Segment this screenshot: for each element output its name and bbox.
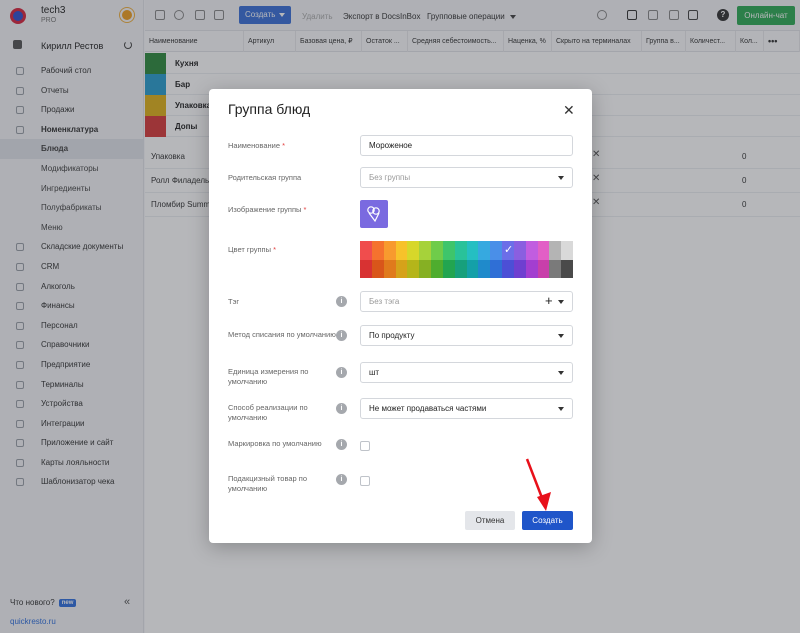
color-swatch[interactable] xyxy=(383,241,396,260)
color-palette: ✓ xyxy=(360,241,574,278)
info-icon[interactable]: i xyxy=(336,439,347,450)
close-icon[interactable]: ✕ xyxy=(563,103,575,117)
color-swatch[interactable] xyxy=(513,241,526,260)
dish-group-dialog: Группа блюд ✕ Наименование * Мороженое Р… xyxy=(209,89,592,543)
excise-checkbox[interactable] xyxy=(360,476,370,486)
color-swatch[interactable] xyxy=(549,241,562,260)
name-input[interactable]: Мороженое xyxy=(360,135,573,156)
color-swatch[interactable] xyxy=(454,259,467,278)
color-swatch[interactable] xyxy=(383,259,396,278)
color-swatch[interactable] xyxy=(490,259,503,278)
color-swatch[interactable] xyxy=(525,241,538,260)
name-label-text: Наименование xyxy=(228,141,280,150)
unit-label: Единица измерения по умолчанию xyxy=(228,367,309,386)
color-swatch[interactable] xyxy=(395,241,408,260)
marking-checkbox[interactable] xyxy=(360,441,370,451)
parent-group-select[interactable]: Без группы xyxy=(360,167,573,188)
color-swatch[interactable] xyxy=(407,259,420,278)
image-label: Изображение группы * xyxy=(228,205,338,215)
color-swatch[interactable] xyxy=(360,241,373,260)
tag-placeholder: Без тэга xyxy=(369,297,400,306)
color-swatch[interactable] xyxy=(478,259,491,278)
color-swatch[interactable] xyxy=(431,259,444,278)
color-swatch[interactable] xyxy=(537,241,550,260)
color-swatch[interactable] xyxy=(466,259,479,278)
writeoff-method-select[interactable]: По продукту xyxy=(360,325,573,346)
color-label: Цвет группы * xyxy=(228,245,338,255)
info-icon[interactable]: i xyxy=(336,403,347,414)
tag-label: Тэг xyxy=(228,297,240,306)
color-swatch[interactable] xyxy=(454,241,467,260)
marking-label: Маркировка по умолчанию xyxy=(228,439,322,448)
color-swatch[interactable] xyxy=(561,241,574,260)
writeoff-method-label: Метод списания по умолчанию xyxy=(228,330,336,339)
color-swatch[interactable] xyxy=(525,259,538,278)
selected-check-icon: ✓ xyxy=(504,244,514,256)
color-swatch[interactable] xyxy=(466,241,479,260)
color-swatch[interactable] xyxy=(537,259,550,278)
color-swatch[interactable] xyxy=(442,259,455,278)
dialog-title: Группа блюд xyxy=(228,101,311,117)
color-swatch[interactable] xyxy=(419,241,432,260)
color-swatch[interactable]: ✓ xyxy=(502,241,515,260)
ice-cream-icon[interactable] xyxy=(360,200,388,228)
cancel-button[interactable]: Отмена xyxy=(465,511,515,530)
color-swatch[interactable] xyxy=(360,259,373,278)
color-swatch[interactable] xyxy=(478,241,491,260)
color-swatch[interactable] xyxy=(442,241,455,260)
color-swatch[interactable] xyxy=(561,259,574,278)
required-mark: * xyxy=(273,245,276,254)
color-swatch[interactable] xyxy=(502,259,515,278)
color-swatch[interactable] xyxy=(549,259,562,278)
color-label-text: Цвет группы xyxy=(228,245,271,254)
color-swatch[interactable] xyxy=(513,259,526,278)
info-icon[interactable]: i xyxy=(336,330,347,341)
info-icon[interactable]: i xyxy=(336,296,347,307)
color-swatch[interactable] xyxy=(371,259,384,278)
sale-method-select[interactable]: Не может продаваться частями xyxy=(360,398,573,419)
required-mark: * xyxy=(282,141,286,150)
color-swatch[interactable] xyxy=(431,241,444,260)
color-swatch[interactable] xyxy=(419,259,432,278)
image-label-text: Изображение группы xyxy=(228,205,302,214)
color-swatch[interactable] xyxy=(407,241,420,260)
sale-method-label: Способ реализации по умолчанию xyxy=(228,403,308,422)
parent-group-label: Родительская группа xyxy=(228,173,302,182)
unit-select[interactable]: шт xyxy=(360,362,573,383)
name-label: Наименование * xyxy=(228,141,338,151)
create-button[interactable]: Создать xyxy=(522,511,573,530)
tag-select[interactable]: Без тэга + xyxy=(360,291,573,312)
add-tag-icon[interactable]: + xyxy=(545,294,553,308)
color-swatch[interactable] xyxy=(371,241,384,260)
info-icon[interactable]: i xyxy=(336,367,347,378)
color-swatch[interactable] xyxy=(490,241,503,260)
excise-label: Подакцизный товар по умолчанию xyxy=(228,474,308,493)
info-icon[interactable]: i xyxy=(336,474,347,485)
color-swatch[interactable] xyxy=(395,259,408,278)
required-mark: * xyxy=(303,205,307,214)
